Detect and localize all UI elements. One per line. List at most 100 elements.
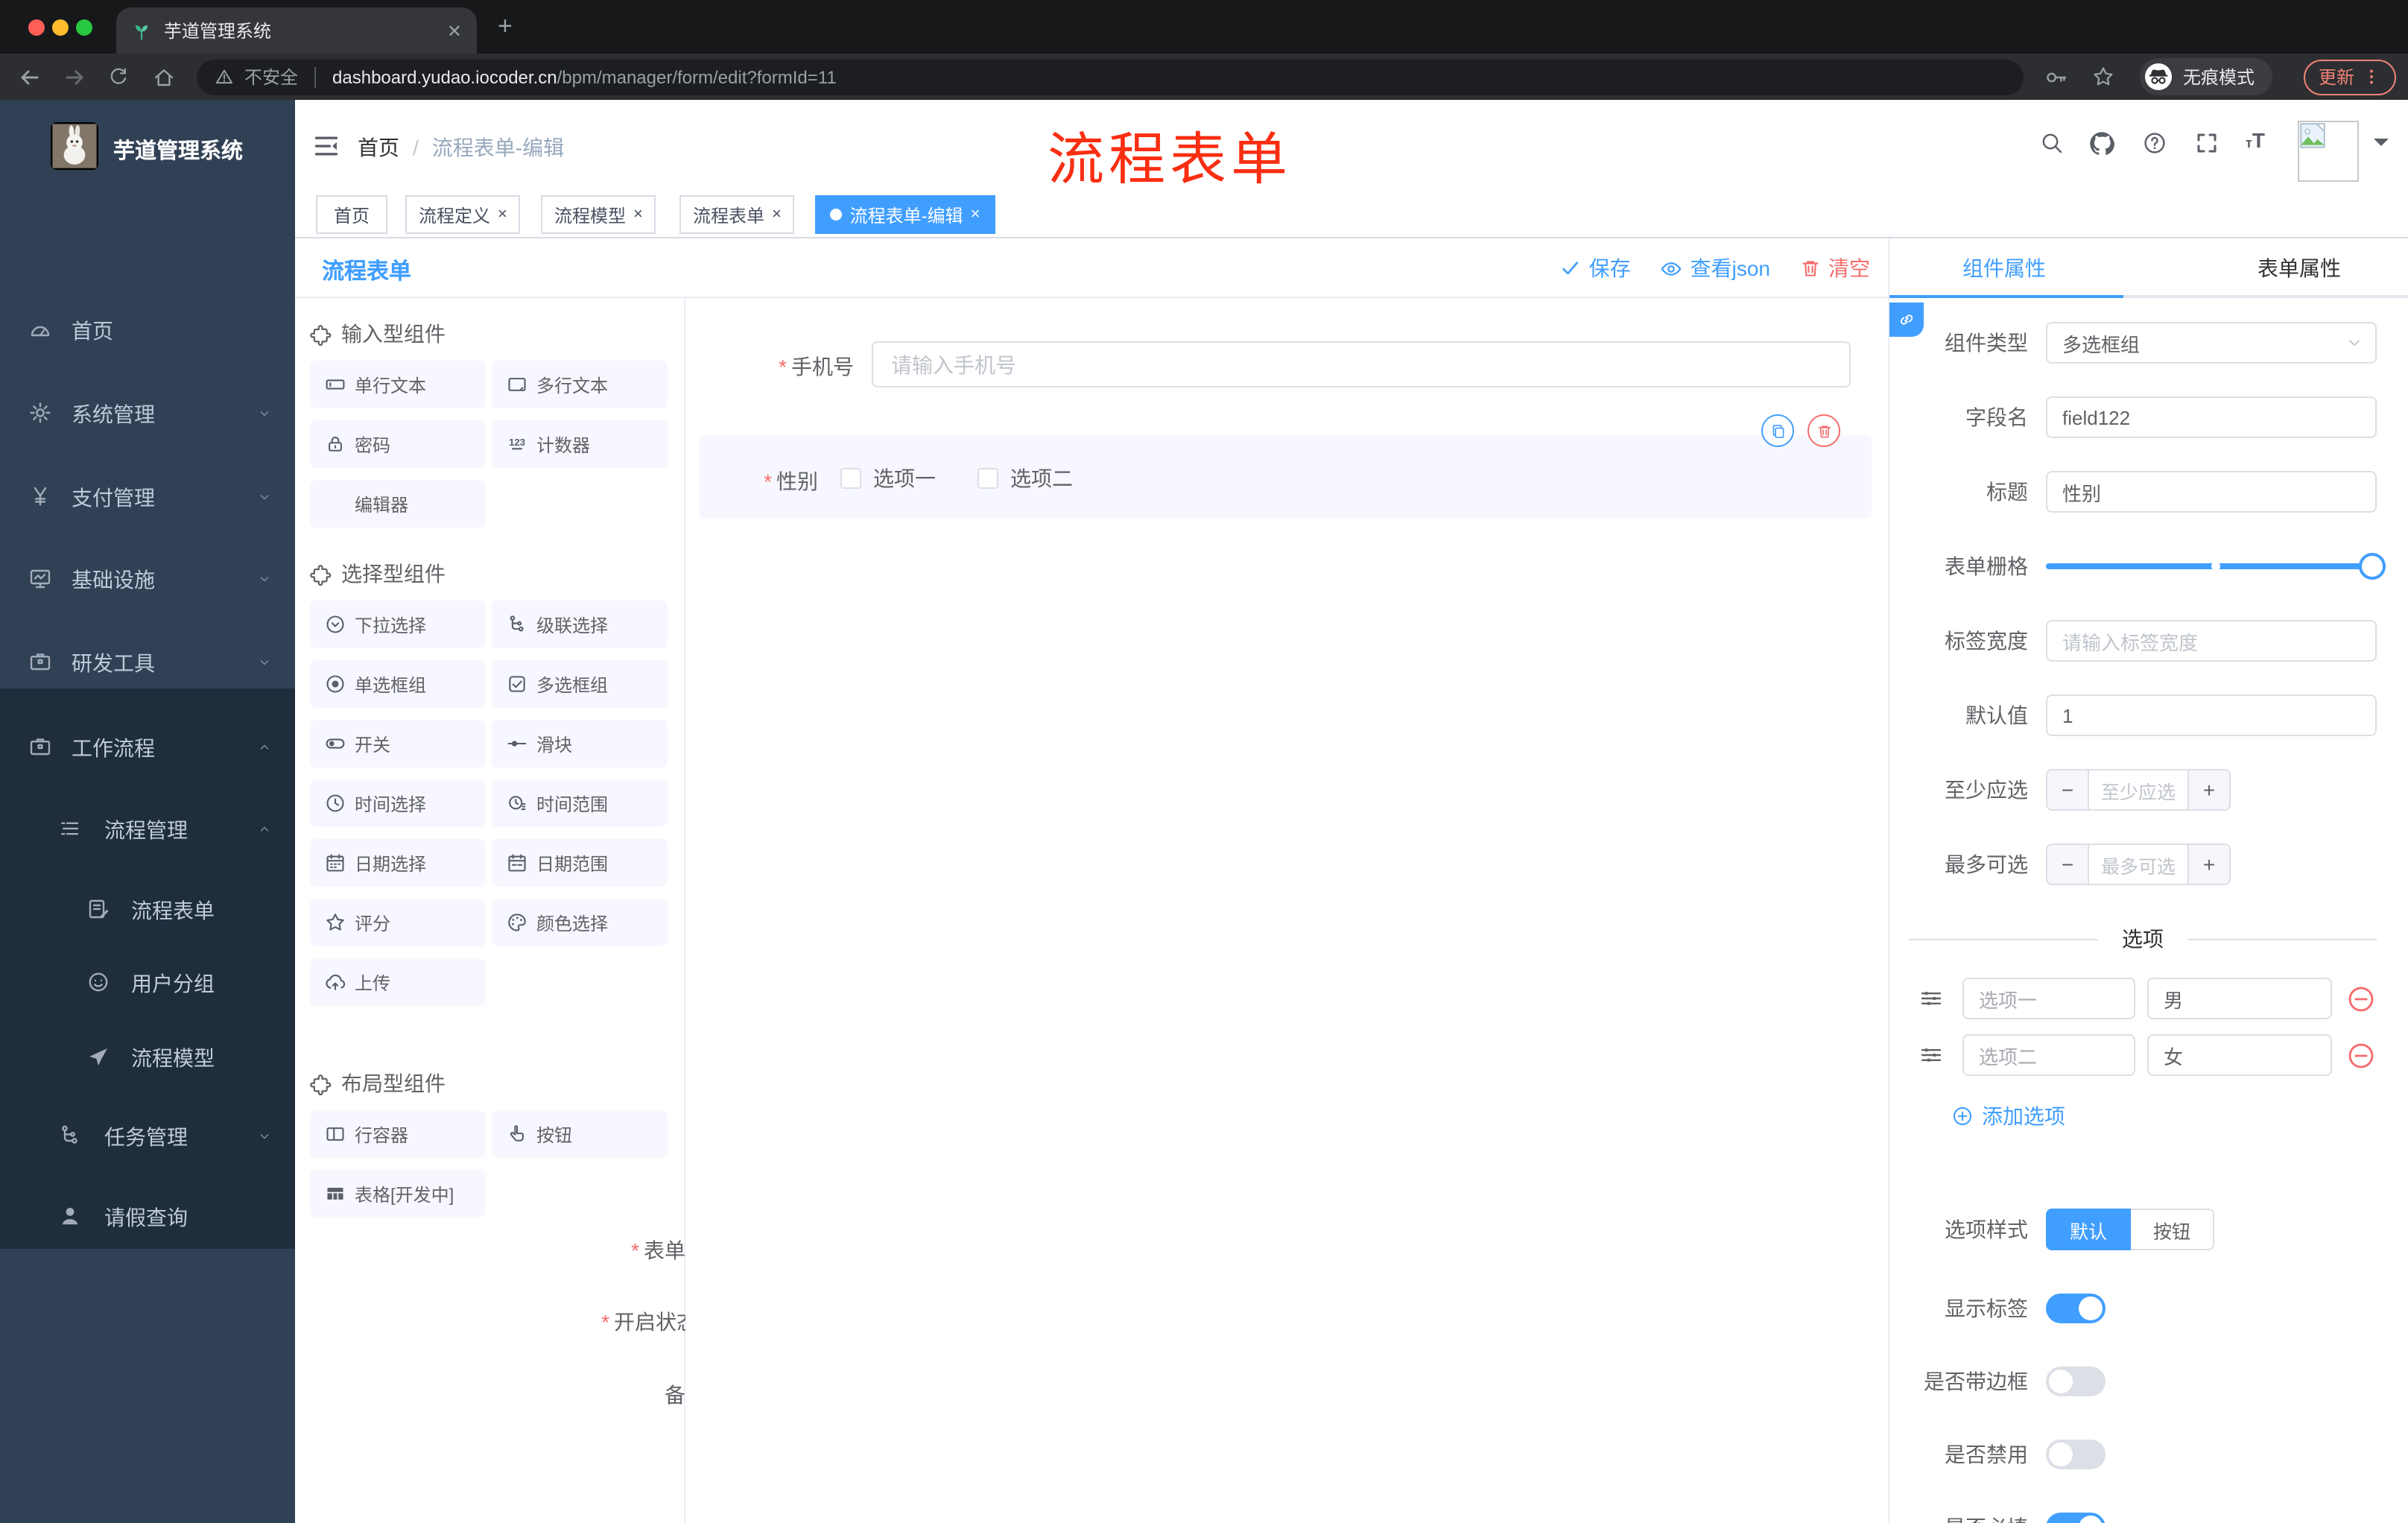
stepper-minus-icon[interactable]: −	[2047, 770, 2089, 809]
save-button[interactable]: 保存	[1561, 253, 1631, 283]
tag-close-icon[interactable]: ×	[498, 206, 507, 223]
macos-close-button[interactable]	[28, 19, 45, 35]
sidebar-item-支付管理[interactable]: 支付管理	[0, 460, 295, 532]
palette-item-评分[interactable]: 评分	[310, 899, 486, 946]
palette-item-颜色选择[interactable]: 颜色选择	[492, 899, 668, 946]
macos-zoom-button[interactable]	[76, 19, 92, 35]
search-icon[interactable]	[2040, 131, 2064, 155]
address-bar[interactable]: 不安全 dashboard.yudao.iocoder.cn/bpm/manag…	[197, 59, 2024, 95]
toggle-是否禁用[interactable]	[2046, 1440, 2106, 1469]
palette-item-级联选择[interactable]: 级联选择	[492, 601, 668, 648]
selected-component-gender[interactable]: * 性别 选项一 选项二	[699, 435, 1872, 519]
hamburger-icon[interactable]	[313, 133, 340, 159]
delete-component-button[interactable]	[1807, 414, 1840, 447]
tag-close-icon[interactable]: ×	[633, 206, 643, 223]
back-icon[interactable]	[18, 65, 42, 89]
stepper-plus-icon[interactable]: +	[2187, 770, 2229, 809]
palette-item-编辑器[interactable]: 编辑器	[310, 480, 486, 528]
field-name-input[interactable]: field122	[2046, 396, 2377, 438]
palette-item-滑块[interactable]: 滑块	[492, 720, 668, 767]
drag-operation-icon[interactable]	[1919, 1043, 1943, 1067]
palette-item-行容器[interactable]: 行容器	[310, 1110, 486, 1158]
tag-流程定义[interactable]: 流程定义 ×	[405, 195, 521, 234]
macos-minimize-button[interactable]	[52, 19, 69, 35]
tag-close-icon[interactable]: ×	[772, 206, 782, 223]
palette-item-按钮[interactable]: 按钮	[492, 1110, 668, 1158]
tag-首页[interactable]: 首页	[316, 195, 387, 234]
default-value-input[interactable]: 1	[2046, 694, 2377, 736]
option-label-input[interactable]: 选项一	[1962, 978, 2135, 1019]
help-icon[interactable]	[2143, 131, 2167, 155]
breadcrumb-home[interactable]: 首页	[358, 133, 399, 162]
sidebar-item-用户分组[interactable]: 用户分组	[0, 946, 295, 1018]
palette-item-开关[interactable]: 开关	[310, 720, 486, 767]
password-key-icon[interactable]	[2044, 65, 2068, 89]
palette-item-单行文本[interactable]: 单行文本	[310, 361, 486, 408]
stepper-minus-icon[interactable]: −	[2047, 845, 2089, 884]
tab-form-props[interactable]: 表单属性	[2258, 253, 2341, 283]
tag-流程表单[interactable]: 流程表单 ×	[679, 195, 795, 234]
remove-option-minus-icon[interactable]	[2347, 1041, 2375, 1069]
gender-option-2-checkbox[interactable]: 选项二	[978, 463, 1073, 493]
palette-item-多行文本[interactable]: 多行文本	[492, 361, 668, 408]
sidebar-item-工作流程[interactable]: 工作流程	[0, 711, 295, 782]
reload-icon[interactable]	[107, 65, 130, 87]
palette-item-下拉选择[interactable]: 下拉选择	[310, 601, 486, 648]
toggle-显示标签[interactable]	[2046, 1294, 2106, 1323]
add-option-button[interactable]: 添加选项	[1952, 1103, 2377, 1130]
browser-menu-dots-icon[interactable]	[2362, 67, 2381, 86]
avatar-caret-down-icon[interactable]	[2374, 139, 2389, 153]
tab-component-props[interactable]: 组件属性	[1962, 253, 2046, 283]
fullscreen-icon[interactable]	[2195, 131, 2219, 155]
sidebar-item-流程管理[interactable]: 流程管理	[0, 793, 295, 864]
new-tab-button[interactable]: +	[498, 12, 513, 42]
palette-item-计数器[interactable]: 123 计数器	[492, 420, 668, 468]
browser-tab[interactable]: 芋道管理系统 ✕	[116, 7, 477, 54]
forward-icon[interactable]	[63, 65, 86, 89]
option-label-input[interactable]: 选项二	[1962, 1034, 2135, 1076]
style-default-button[interactable]: 默认	[2046, 1209, 2132, 1250]
tab-close-icon[interactable]: ✕	[447, 20, 462, 41]
title-input[interactable]: 性别	[2046, 471, 2377, 513]
max-select-stepper[interactable]: − 最多可选 +	[2046, 843, 2231, 885]
bookmark-star-icon[interactable]	[2092, 65, 2114, 87]
stepper-plus-icon[interactable]: +	[2187, 845, 2229, 884]
tag-close-icon[interactable]: ×	[971, 206, 980, 223]
tag-流程表单-编辑[interactable]: 流程表单-编辑 ×	[815, 195, 995, 234]
sidebar-item-请假查询[interactable]: 请假查询	[0, 1180, 295, 1252]
user-avatar-broken-image[interactable]	[2298, 121, 2359, 182]
palette-item-密码[interactable]: 密码	[310, 420, 486, 468]
font-size-icon[interactable]: тT	[2246, 128, 2265, 155]
style-button-button[interactable]: 按钮	[2131, 1209, 2215, 1250]
github-icon[interactable]	[2089, 131, 2114, 156]
home-icon[interactable]	[152, 65, 176, 89]
palette-item-表格[开发中][interactable]: 表格[开发中]	[310, 1170, 486, 1218]
chrome-update-button[interactable]: 更新	[2304, 59, 2396, 95]
view-json-button[interactable]: 查看json	[1661, 253, 1770, 283]
form-canvas[interactable]: * 手机号 请输入手机号 * 性别 选项一 选项二	[685, 298, 1888, 1523]
palette-item-时间范围[interactable]: 时间范围	[492, 779, 668, 827]
palette-item-上传[interactable]: 上传	[310, 958, 486, 1006]
option-value-input[interactable]: 女	[2147, 1034, 2332, 1076]
gender-option-1-checkbox[interactable]: 选项一	[840, 463, 936, 493]
slider-track[interactable]	[2046, 563, 2374, 569]
remove-option-minus-icon[interactable]	[2347, 984, 2375, 1013]
component-type-select[interactable]: 多选框组	[2046, 322, 2377, 364]
label-width-input[interactable]: 请输入标签宽度	[2046, 620, 2377, 662]
min-select-stepper[interactable]: − 至少应选 +	[2046, 769, 2231, 811]
sidebar-item-研发工具[interactable]: 研发工具	[0, 626, 295, 697]
sidebar-item-任务管理[interactable]: 任务管理	[0, 1100, 295, 1171]
grid-slider[interactable]	[2046, 545, 2386, 587]
sidebar-item-流程模型[interactable]: 流程模型	[0, 1021, 295, 1092]
option-value-input[interactable]: 男	[2147, 978, 2332, 1019]
palette-item-单选框组[interactable]: 单选框组	[310, 660, 486, 708]
palette-item-日期选择[interactable]: 日期选择	[310, 839, 486, 887]
toggle-是否必填[interactable]	[2046, 1513, 2106, 1523]
sidebar-item-基础设施[interactable]: 基础设施	[0, 542, 295, 614]
phone-field-input[interactable]: 请输入手机号	[872, 341, 1851, 387]
sidebar-item-系统管理[interactable]: 系统管理	[0, 377, 295, 449]
sidebar-item-流程表单[interactable]: 流程表单	[0, 873, 295, 945]
clear-button[interactable]: 清空	[1800, 253, 1870, 283]
palette-item-时间选择[interactable]: 时间选择	[310, 779, 486, 827]
drag-operation-icon[interactable]	[1919, 987, 1943, 1010]
